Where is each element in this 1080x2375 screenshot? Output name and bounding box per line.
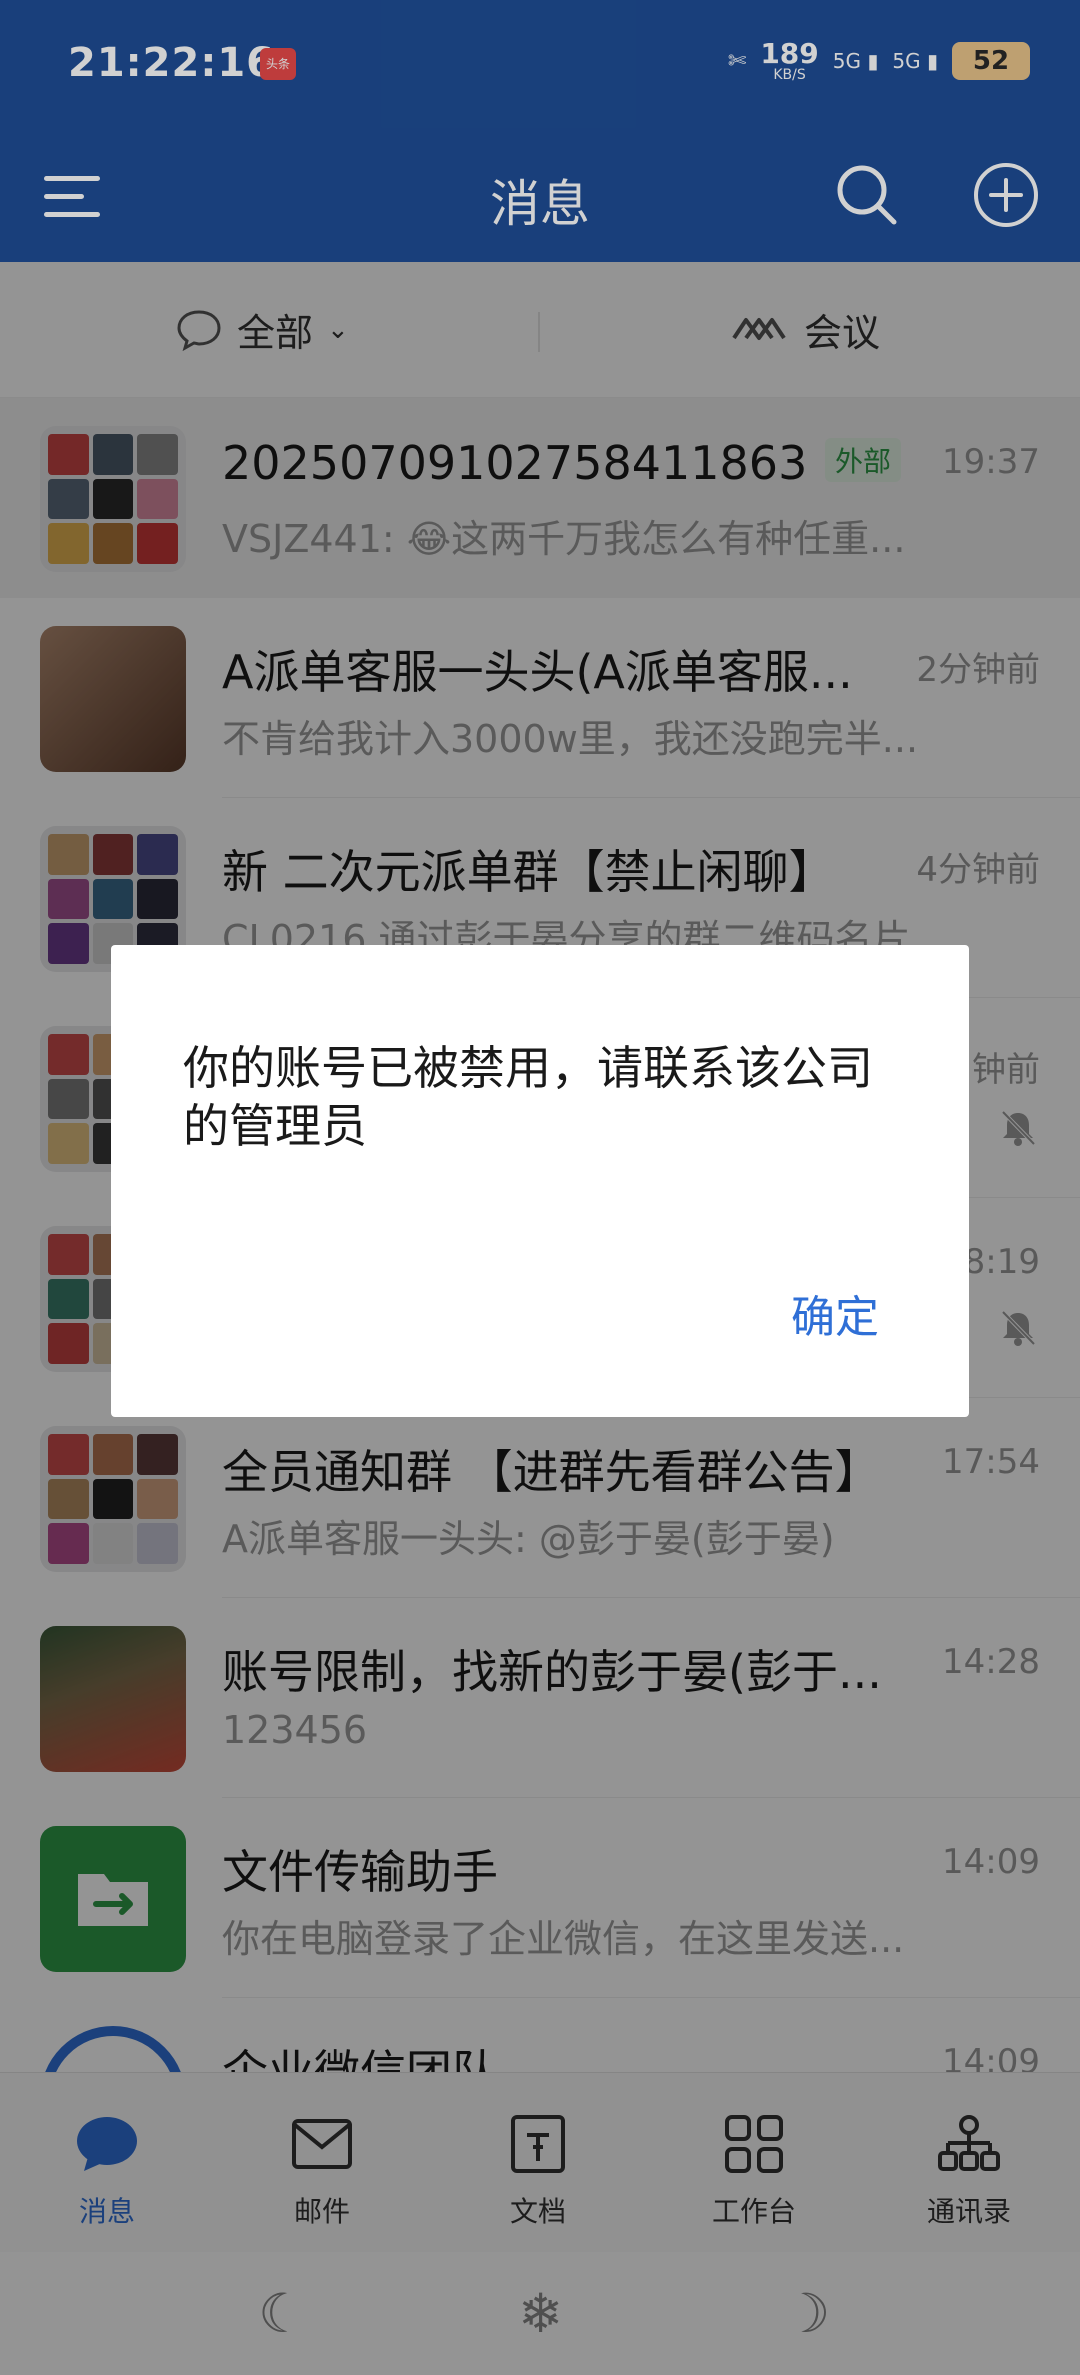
dialog-message: 你的账号已被禁用，请联系该公司的管理员 <box>183 1041 873 1153</box>
nav-dim-overlay <box>0 2252 1080 2375</box>
account-disabled-dialog: 你的账号已被禁用，请联系该公司的管理员 确定 <box>111 945 969 1417</box>
status-dim-overlay <box>0 0 1080 262</box>
confirm-button[interactable]: 确定 <box>791 1281 879 1345</box>
